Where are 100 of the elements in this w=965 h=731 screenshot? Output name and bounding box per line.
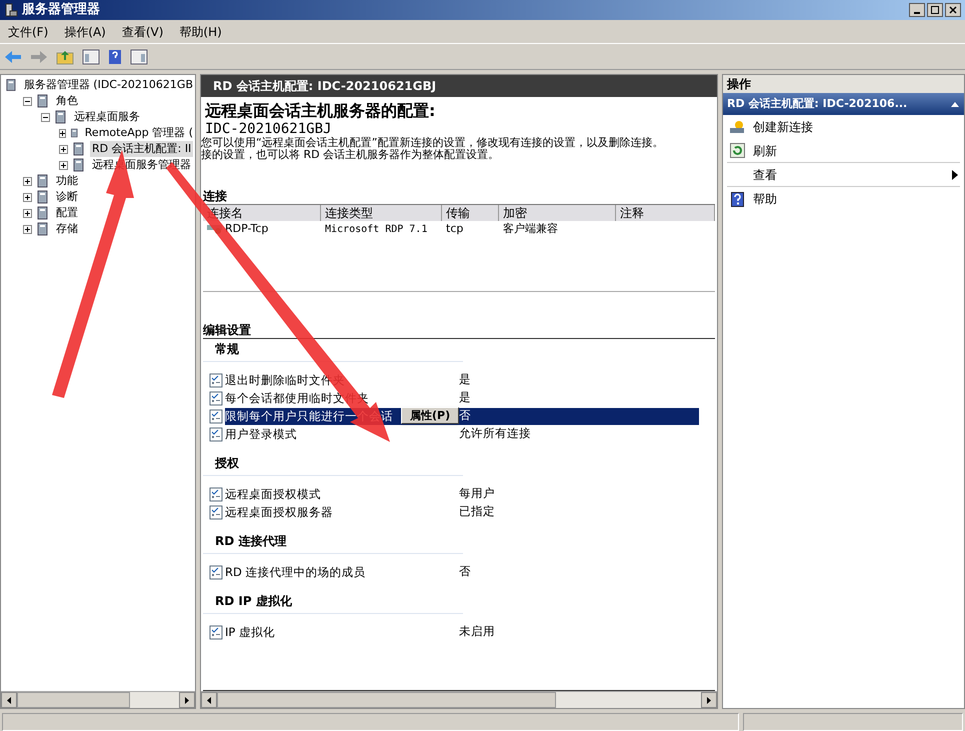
collapse-icon[interactable] xyxy=(41,112,50,122)
expand-icon[interactable] xyxy=(23,176,32,186)
expand-icon[interactable] xyxy=(23,224,32,234)
scroll-right-icon[interactable] xyxy=(707,696,711,704)
tree-item[interactable]: RemoteApp 管理器 ( xyxy=(82,124,195,142)
expand-icon[interactable] xyxy=(59,160,68,170)
setting-value: 否 xyxy=(459,563,471,580)
horizontal-scrollbar[interactable] xyxy=(1,691,195,708)
expand-icon[interactable] xyxy=(59,144,68,154)
action-item[interactable]: 帮助 xyxy=(727,187,960,211)
setting-value: 未启用 xyxy=(459,623,495,640)
table-cell-text: 客户端兼容 xyxy=(502,220,559,237)
setting-row[interactable]: 远程桌面授权服务器 已指定 xyxy=(225,504,699,520)
menu-item[interactable]: 帮助(H) xyxy=(179,22,222,40)
setting-value: 是 xyxy=(459,389,471,406)
setting-icon xyxy=(209,486,223,502)
setting-row[interactable]: IP 虚拟化 未启用 xyxy=(225,624,699,640)
setting-row[interactable]: RD 连接代理中的场的成员 否 xyxy=(225,564,699,580)
setting-row[interactable]: 远程桌面授权模式 每用户 xyxy=(225,486,699,502)
horizontal-scrollbar[interactable] xyxy=(201,691,717,708)
table-cell-text: tcp xyxy=(445,220,464,237)
setting-icon xyxy=(209,624,223,640)
setting-name: 用户登录模式 xyxy=(225,426,297,441)
setting-name: 远程桌面授权模式 xyxy=(225,486,321,501)
setting-name: IP 虚拟化 xyxy=(225,624,275,639)
expand-icon[interactable] xyxy=(23,208,32,218)
submenu-arrow-icon xyxy=(952,170,958,180)
tree-node-icon xyxy=(36,190,50,204)
server-icon xyxy=(4,3,18,17)
setting-icon xyxy=(209,426,223,442)
tree-item[interactable]: 功能 xyxy=(54,172,80,190)
tree-item[interactable]: 服务器管理器 (IDC-20210621GB xyxy=(22,76,195,94)
setting-value: 每用户 xyxy=(459,485,495,502)
help-icon[interactable] xyxy=(108,48,122,64)
setting-icon xyxy=(209,372,223,388)
close-icon xyxy=(949,6,957,14)
menu-item[interactable]: 操作(A) xyxy=(64,22,106,40)
column-header[interactable]: 加密 xyxy=(499,205,616,221)
folder-up-icon[interactable] xyxy=(56,48,74,64)
tree-item[interactable]: 诊断 xyxy=(54,188,80,206)
setting-name: 远程桌面授权服务器 xyxy=(225,504,333,519)
column-header[interactable]: 注释 xyxy=(616,205,715,221)
tree-item[interactable]: 角色 xyxy=(54,92,80,110)
description-line: 您可以使用“远程桌面会话主机配置”配置新连接的设置，修改现有连接的设置，以及删除连接。 xyxy=(201,137,664,149)
setting-icon xyxy=(209,390,223,406)
maximize-button[interactable] xyxy=(927,3,943,17)
tree-node-icon xyxy=(54,110,68,124)
group-heading: RD 连接代理 xyxy=(203,521,463,554)
setting-value: 允许所有连接 xyxy=(459,425,531,442)
menu-item[interactable]: 属性(P) xyxy=(404,409,456,422)
tree-node-icon xyxy=(72,158,86,172)
help-icon xyxy=(730,192,744,206)
setting-value: 否 xyxy=(459,407,471,424)
pane-header: 操作 xyxy=(723,75,964,93)
menu-item[interactable]: 查看(V) xyxy=(122,22,164,40)
panel-icon[interactable] xyxy=(130,48,148,64)
description-line: 接的设置，也可以将 RD 会话主机服务器作为整体配置设置。 xyxy=(201,149,500,161)
group-heading: RD IP 虚拟化 xyxy=(203,581,463,614)
scroll-right-icon[interactable] xyxy=(185,696,189,704)
pane-header: RD 会话主机配置: IDC-20210621GBJ xyxy=(201,75,717,97)
setting-icon xyxy=(209,408,223,424)
tree-item[interactable]: 配置 xyxy=(54,204,80,222)
menu-item[interactable]: 文件(F) xyxy=(8,22,48,40)
expand-icon[interactable] xyxy=(23,192,32,202)
tree-node-icon xyxy=(70,126,79,140)
collapse-icon[interactable] xyxy=(950,100,960,108)
setting-value: 已指定 xyxy=(459,503,495,520)
tree-node-icon xyxy=(36,174,50,188)
page-title: 远程桌面会话主机服务器的配置: xyxy=(204,101,436,121)
setting-value: 是 xyxy=(459,371,471,388)
tree-node-icon xyxy=(72,142,86,156)
scroll-left-icon[interactable] xyxy=(207,696,211,704)
scroll-left-icon[interactable] xyxy=(7,696,11,704)
minimize-button[interactable] xyxy=(909,3,925,17)
action-item[interactable]: 创建新连接 xyxy=(727,115,960,139)
setting-icon xyxy=(209,504,223,520)
tree-node-icon xyxy=(36,206,50,220)
tree-node-icon xyxy=(5,78,18,92)
section-heading: 编辑设置 xyxy=(202,322,252,338)
maximize-icon xyxy=(931,6,939,14)
setting-name: RD 连接代理中的场的成员 xyxy=(225,564,366,579)
tree-item[interactable]: 远程桌面服务 xyxy=(72,108,142,126)
column-header[interactable]: 传输 xyxy=(442,205,499,221)
panel-icon[interactable] xyxy=(82,48,100,64)
tree-item[interactable]: 存储 xyxy=(54,220,80,238)
collapse-icon[interactable] xyxy=(23,96,32,106)
tree-node-icon xyxy=(36,222,50,236)
setting-row[interactable]: 用户登录模式 允许所有连接 xyxy=(225,426,699,442)
tree-item[interactable]: RD 会话主机配置: II xyxy=(90,140,194,158)
section-heading: 连接 xyxy=(202,188,228,204)
column-header[interactable]: 连接类型 xyxy=(321,205,442,221)
expand-icon[interactable] xyxy=(59,128,66,138)
close-button[interactable] xyxy=(945,3,961,17)
action-item[interactable]: 查看 xyxy=(727,163,960,187)
server-name: IDC-20210621GBJ xyxy=(204,121,332,137)
tree-node-icon xyxy=(36,94,50,108)
setting-icon xyxy=(209,564,223,580)
action-item[interactable]: 刷新 xyxy=(727,139,960,163)
section-header[interactable]: RD 会话主机配置: IDC-202106... xyxy=(723,93,964,115)
group-heading: 授权 xyxy=(203,443,463,476)
